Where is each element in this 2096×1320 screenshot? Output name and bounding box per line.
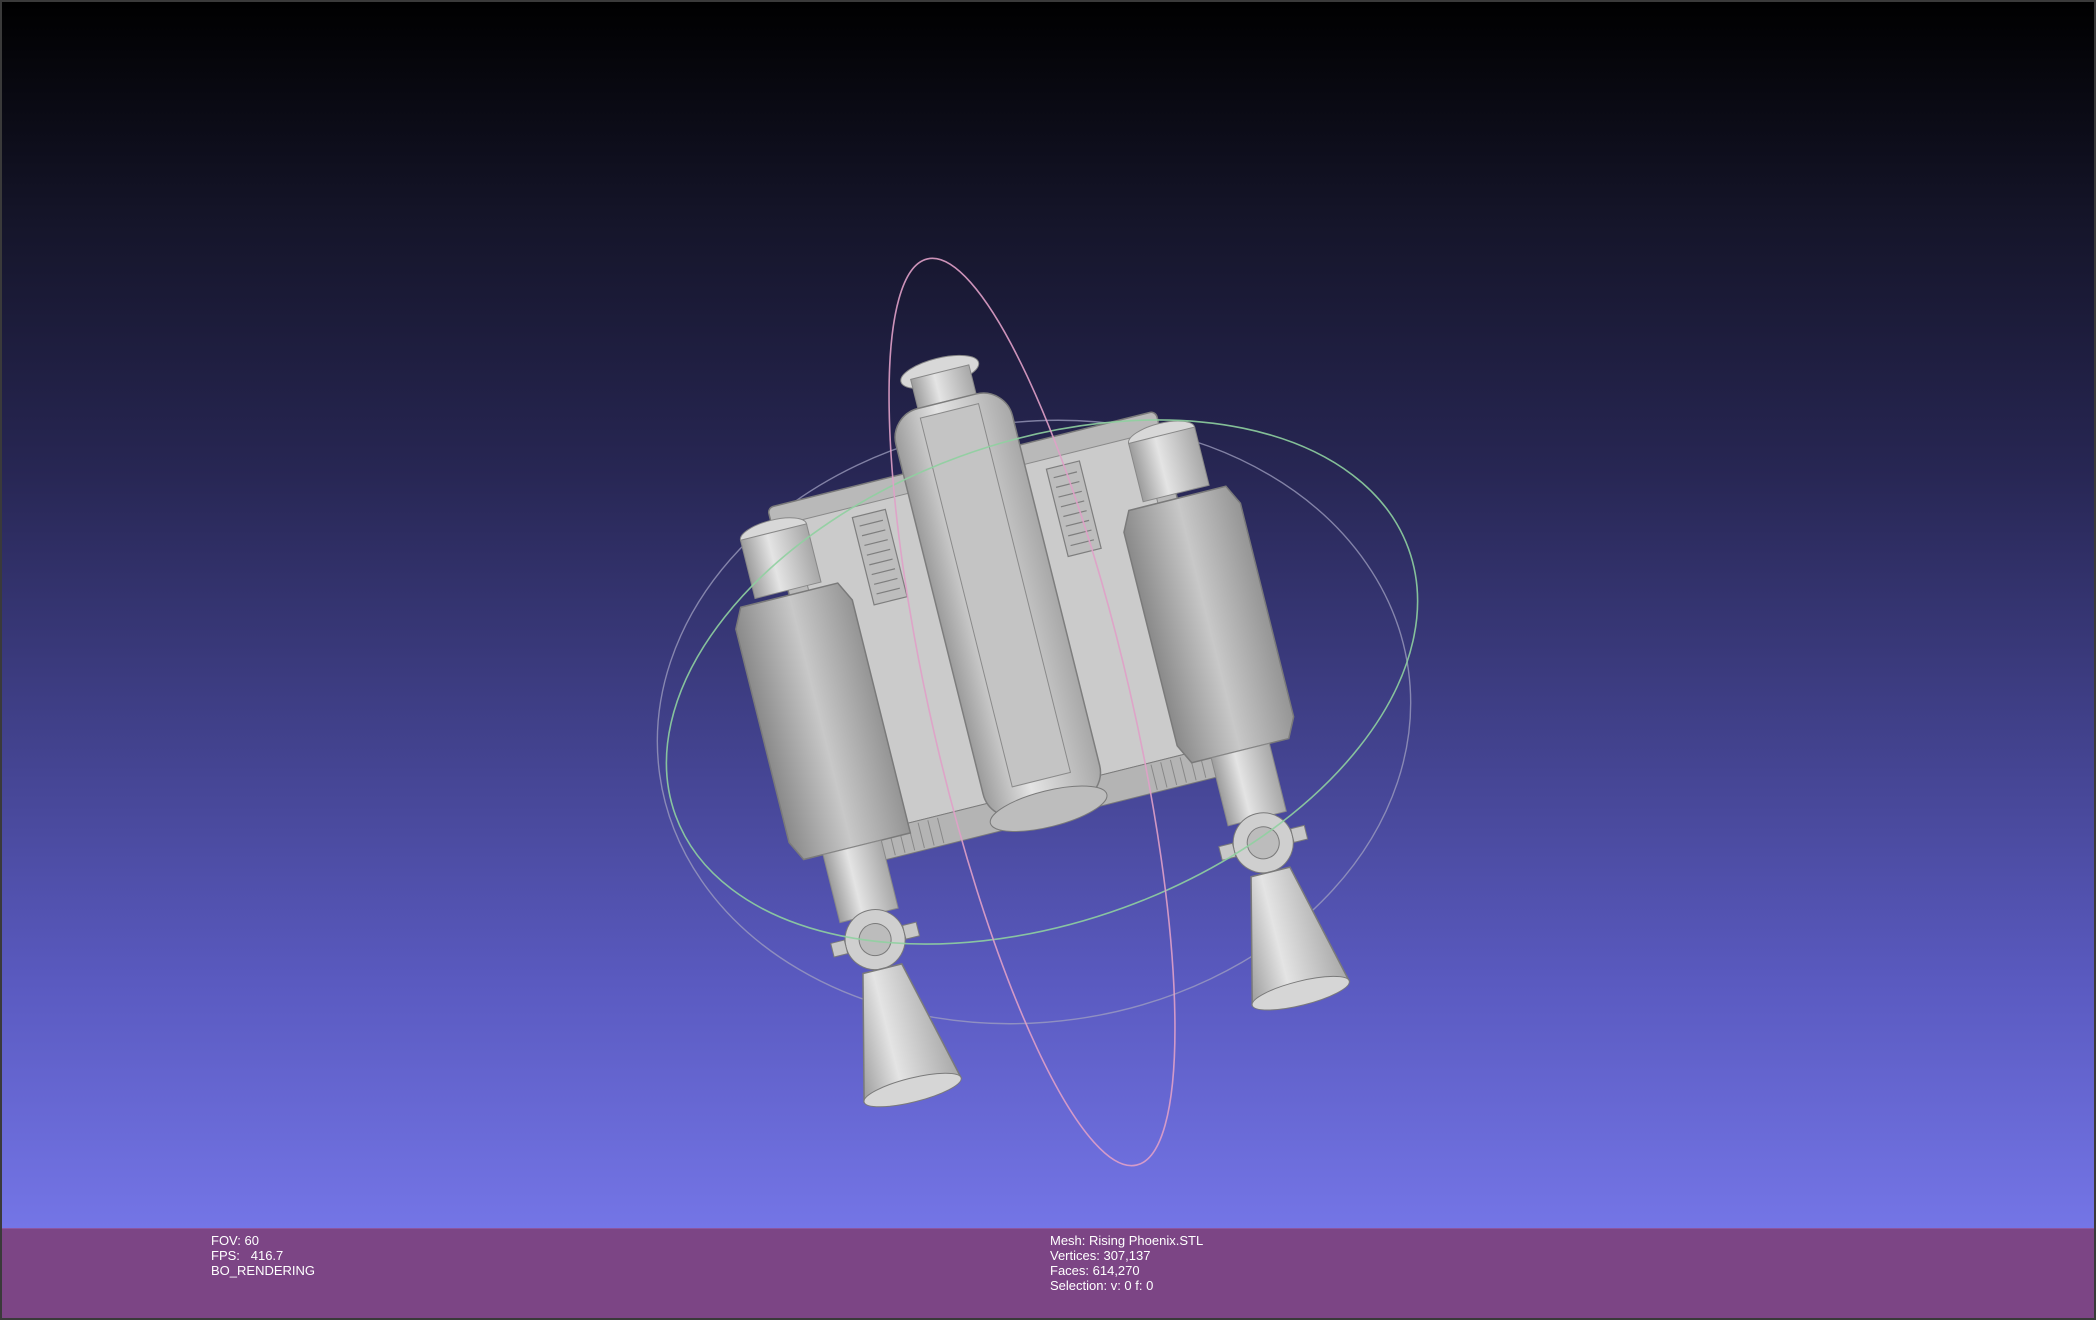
fps-readout: FPS: 416.7: [211, 1248, 284, 1263]
selection-readout: Selection: v: 0 f: 0: [1050, 1278, 1154, 1293]
fov-readout: FOV: 60: [211, 1233, 259, 1248]
mesh-info-panel: Mesh: Rising Phoenix.STL Vertices: 307,1…: [1050, 1233, 1203, 1293]
mesh-name-readout: Mesh: Rising Phoenix.STL: [1050, 1233, 1204, 1248]
render-mode-readout: BO_RENDERING: [211, 1263, 316, 1278]
scene-canvas[interactable]: [2, 2, 2096, 1228]
vertices-readout: Vertices: 307,137: [1050, 1248, 1151, 1263]
3d-viewport[interactable]: [2, 2, 2096, 1228]
status-bar: FOV: 60 FPS: 416.7 BO_RENDERING Mesh: Ri…: [2, 1228, 2094, 1318]
meshlab-viewer: FOV: 60 FPS: 416.7 BO_RENDERING Mesh: Ri…: [0, 0, 2096, 1320]
faces-readout: Faces: 614,270: [1050, 1263, 1140, 1278]
jetpack-3d-model[interactable]: [684, 296, 1362, 1117]
render-info-panel: FOV: 60 FPS: 416.7 BO_RENDERING: [211, 1233, 315, 1278]
